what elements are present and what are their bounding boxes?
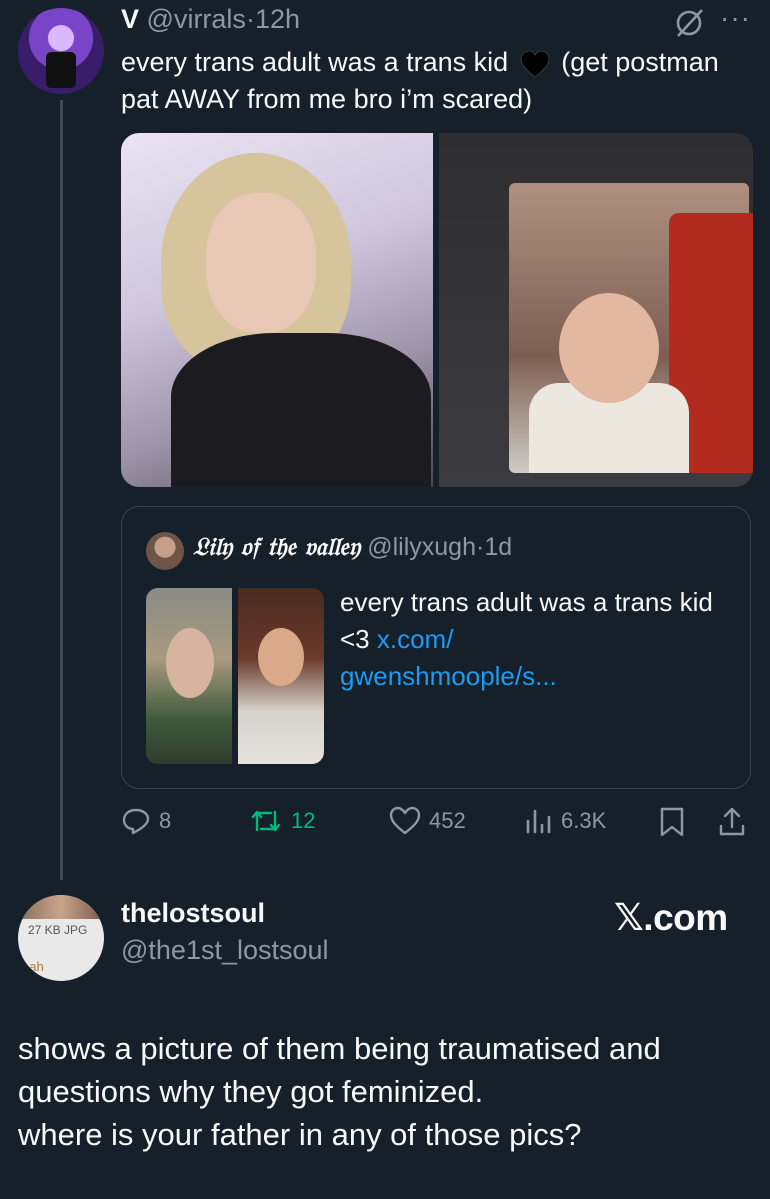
like-button[interactable]: 452 <box>389 806 466 836</box>
quoted-link-part2[interactable]: gwenshmoople/s... <box>340 661 557 691</box>
reply-display-name[interactable]: thelostsoul <box>121 898 265 929</box>
media-photo-1[interactable] <box>121 133 433 487</box>
display-name[interactable]: V <box>121 4 139 34</box>
grok-icon[interactable] <box>672 6 706 40</box>
black-heart-icon <box>520 50 550 78</box>
media-photo-2[interactable] <box>439 133 753 487</box>
quoted-timestamp: 1d <box>484 533 513 561</box>
tweet-text-part1: every trans adult was a trans kid <box>121 47 509 77</box>
share-icon <box>719 807 745 836</box>
tweet-media-grid[interactable] <box>121 133 753 487</box>
heart-icon <box>389 806 421 835</box>
reply-button[interactable]: 8 <box>121 806 171 836</box>
separator-dot: · <box>245 4 255 34</box>
quoted-header: 𝔏𝔦𝔩𝔶 𝔬𝔣 𝔱𝔥𝔢 𝔳𝔞𝔩𝔩𝔢𝔶 @lilyxugh·1d <box>193 532 512 562</box>
quoted-link-part1[interactable]: x.com/ <box>377 624 454 654</box>
file-size-badge: 27 KB JPG <box>28 923 88 937</box>
tweet-header: V @virrals·12h <box>121 4 300 35</box>
reply-text: shows a picture of them being traumatise… <box>18 1031 661 1152</box>
quoted-handle[interactable]: @lilyxugh <box>367 533 476 561</box>
reply-count: 8 <box>159 808 172 833</box>
quoted-avatar[interactable] <box>146 532 184 570</box>
bookmark-button[interactable] <box>659 806 685 838</box>
views-button[interactable]: 6.3K <box>523 806 606 836</box>
repost-button[interactable]: 12 <box>249 806 315 836</box>
timestamp[interactable]: 12h <box>255 4 300 34</box>
quoted-photo-2[interactable] <box>238 588 324 764</box>
tweet-actions-bar: 8 12 452 6.3K <box>121 806 751 842</box>
x-brand-logo: 𝕏.com <box>614 897 728 938</box>
share-button[interactable] <box>717 806 747 838</box>
quoted-text: every trans adult was a trans kid <3 x.c… <box>340 584 730 695</box>
reply-handle[interactable]: @the1st_lostsoul <box>121 935 329 966</box>
quoted-media-grid[interactable] <box>146 588 324 764</box>
quoted-photo-1[interactable] <box>146 588 232 764</box>
avatar-text-fragment: eah <box>22 959 44 974</box>
bookmark-icon <box>660 807 684 837</box>
phone-shape <box>46 52 76 88</box>
views-count: 6.3K <box>561 808 607 833</box>
more-options-icon[interactable]: ··· <box>720 2 751 34</box>
reply-icon <box>122 808 150 835</box>
tweet-text: every trans adult was a trans kid (get p… <box>121 44 721 118</box>
repost-icon <box>251 810 281 832</box>
like-count: 452 <box>429 808 466 833</box>
quoted-display-name[interactable]: 𝔏𝔦𝔩𝔶 𝔬𝔣 𝔱𝔥𝔢 𝔳𝔞𝔩𝔩𝔢𝔶 <box>193 532 360 561</box>
reply-avatar[interactable]: 27 KB JPG eah <box>18 895 104 981</box>
avatar[interactable] <box>18 8 104 94</box>
repost-count: 12 <box>291 808 316 833</box>
thread-connector-line <box>60 100 63 880</box>
user-handle[interactable]: @virrals <box>147 4 246 34</box>
views-chart-icon <box>526 809 551 834</box>
